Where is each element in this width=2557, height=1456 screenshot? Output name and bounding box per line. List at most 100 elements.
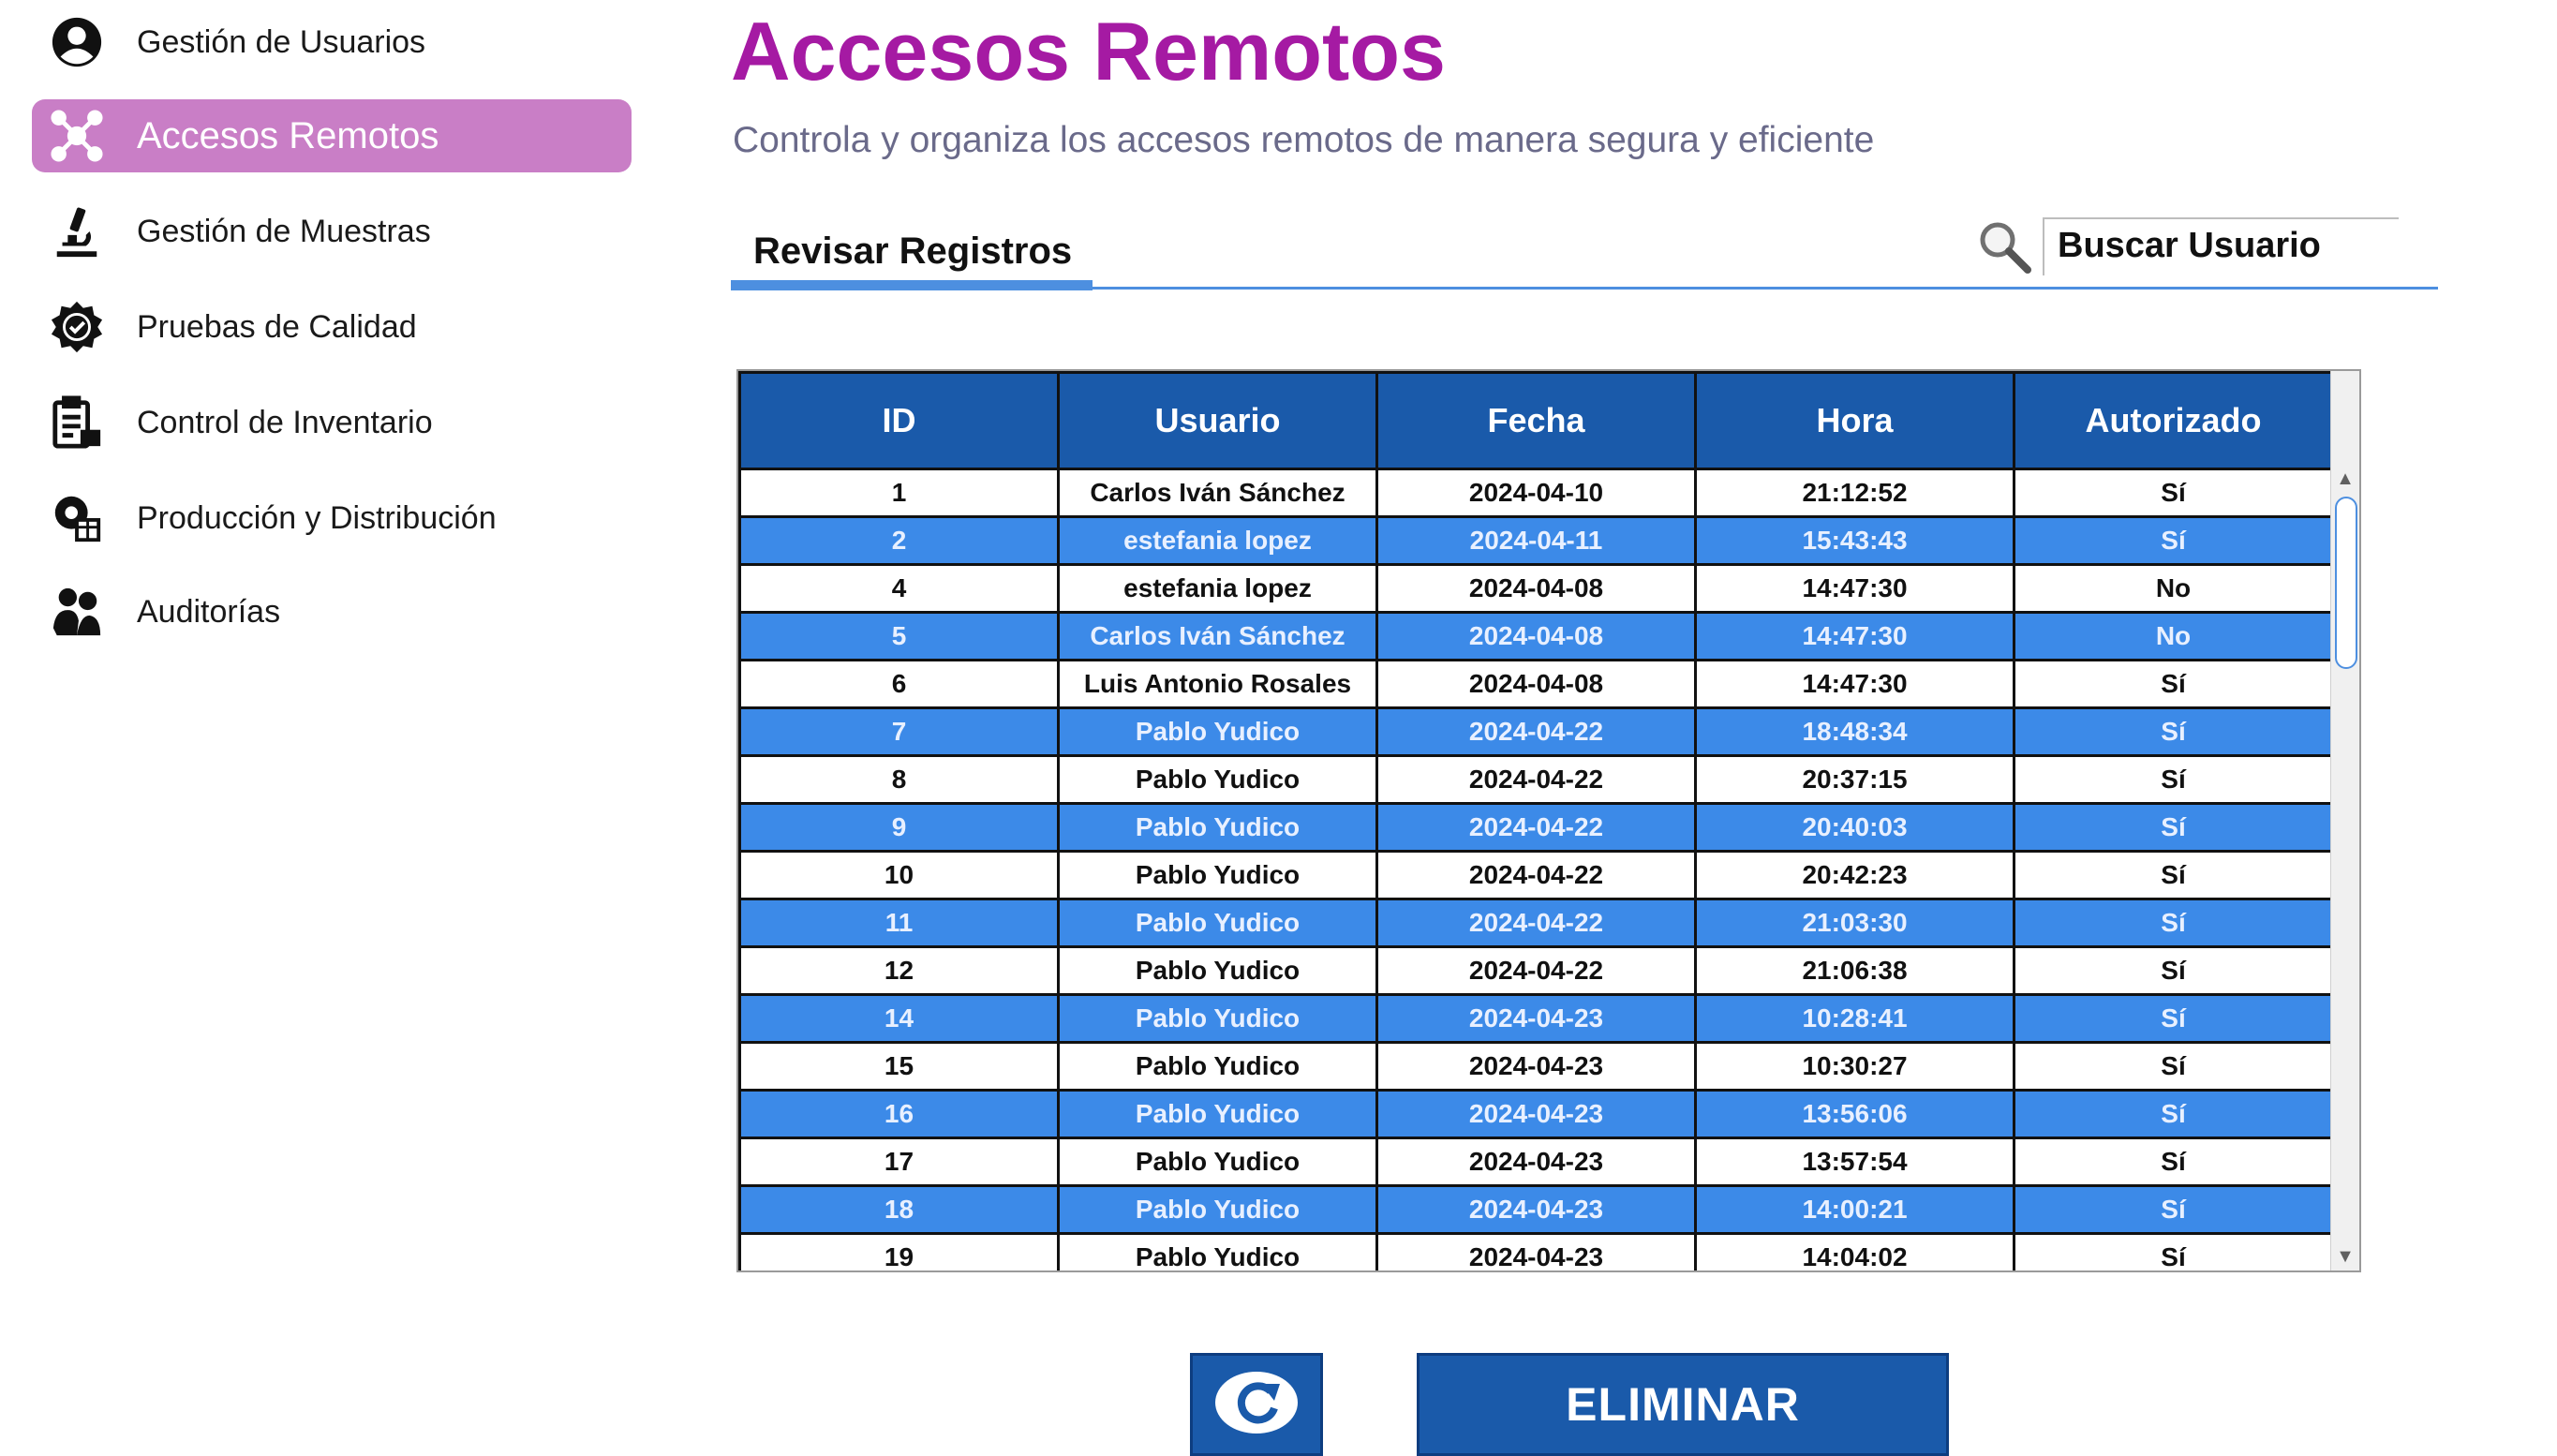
table-row[interactable]: 16 Pablo Yudico 2024-04-23 13:56:06 Sí — [738, 1089, 2334, 1139]
search-box[interactable] — [2043, 217, 2399, 275]
column-header-autorizado[interactable]: Autorizado — [2013, 371, 2334, 470]
table-row[interactable]: 8 Pablo Yudico 2024-04-22 20:37:15 Sí — [738, 754, 2334, 805]
column-header-fecha[interactable]: Fecha — [1375, 371, 1697, 470]
scroll-down-arrow-icon[interactable]: ▼ — [2331, 1242, 2359, 1270]
cell-autorizado: Sí — [2013, 850, 2334, 900]
refresh-button[interactable] — [1190, 1353, 1323, 1456]
sidebar-item-label: Gestión de Usuarios — [137, 23, 426, 60]
tab-revisar-registros[interactable]: Revisar Registros — [731, 223, 1093, 290]
people-icon — [47, 582, 107, 642]
scrollbar-thumb[interactable] — [2335, 497, 2357, 669]
table-row[interactable]: 18 Pablo Yudico 2024-04-23 14:00:21 Sí — [738, 1184, 2334, 1235]
cell-fecha: 2024-04-10 — [1375, 468, 1697, 518]
scrollbar-header-pad — [2330, 371, 2359, 465]
cell-id: 9 — [738, 802, 1060, 853]
cell-hora: 14:47:30 — [1694, 563, 2015, 614]
cell-fecha: 2024-04-22 — [1375, 802, 1697, 853]
cell-hora: 10:28:41 — [1694, 993, 2015, 1044]
delete-button[interactable]: ELIMINAR — [1417, 1353, 1949, 1456]
cell-autorizado: Sí — [2013, 1089, 2334, 1139]
cell-autorizado: No — [2013, 563, 2334, 614]
cell-usuario: Pablo Yudico — [1057, 754, 1378, 805]
records-table: ID Usuario Fecha Hora Autorizado 1 Carlos… — [736, 369, 2361, 1272]
sidebar-item-auditorias[interactable]: Auditorías — [32, 575, 632, 648]
sidebar-item-label: Control de Inventario — [137, 404, 433, 440]
gear-box-icon — [47, 488, 107, 548]
cell-autorizado: Sí — [2013, 945, 2334, 996]
cell-id: 11 — [738, 898, 1060, 948]
cell-id: 14 — [738, 993, 1060, 1044]
cell-autorizado: Sí — [2013, 898, 2334, 948]
cell-hora: 14:47:30 — [1694, 659, 2015, 709]
page-subtitle: Controla y organiza los accesos remotos … — [733, 120, 1875, 160]
search-icon[interactable] — [1975, 217, 2033, 275]
cell-usuario: Pablo Yudico — [1057, 1089, 1378, 1139]
table-row[interactable]: 1 Carlos Iván Sánchez 2024-04-10 21:12:52 Sí — [738, 468, 2334, 518]
cell-usuario: Pablo Yudico — [1057, 1232, 1378, 1270]
cell-usuario: Carlos Iván Sánchez — [1057, 611, 1378, 661]
cell-autorizado: Sí — [2013, 515, 2334, 566]
table-row[interactable]: 12 Pablo Yudico 2024-04-22 21:06:38 Sí — [738, 945, 2334, 996]
cell-id: 12 — [738, 945, 1060, 996]
table-row[interactable]: 19 Pablo Yudico 2024-04-23 14:04:02 Sí — [738, 1232, 2334, 1270]
table-row[interactable]: 5 Carlos Iván Sánchez 2024-04-08 14:47:30 No — [738, 611, 2334, 661]
cell-fecha: 2024-04-23 — [1375, 993, 1697, 1044]
column-header-usuario[interactable]: Usuario — [1057, 371, 1378, 470]
scroll-up-arrow-icon[interactable]: ▲ — [2331, 465, 2359, 493]
sidebar-item-accesos-remotos[interactable]: Accesos Remotos — [32, 99, 632, 172]
table-row[interactable]: 2 estefania lopez 2024-04-11 15:43:43 Sí — [738, 515, 2334, 566]
cell-autorizado: Sí — [2013, 659, 2334, 709]
cell-id: 16 — [738, 1089, 1060, 1139]
sidebar-item-label: Accesos Remotos — [137, 114, 439, 156]
cell-autorizado: Sí — [2013, 802, 2334, 853]
sidebar-item-control-inventario[interactable]: Control de Inventario — [32, 386, 632, 459]
cell-autorizado: Sí — [2013, 468, 2334, 518]
cell-id: 8 — [738, 754, 1060, 805]
cell-usuario: estefania lopez — [1057, 515, 1378, 566]
cell-fecha: 2024-04-23 — [1375, 1041, 1697, 1092]
table-row[interactable]: 4 estefania lopez 2024-04-08 14:47:30 No — [738, 563, 2334, 614]
tab-underline — [731, 280, 1093, 290]
table-row[interactable]: 15 Pablo Yudico 2024-04-23 10:30:27 Sí — [738, 1041, 2334, 1092]
table-row[interactable]: 14 Pablo Yudico 2024-04-23 10:28:41 Sí — [738, 993, 2334, 1044]
cell-id: 5 — [738, 611, 1060, 661]
sidebar-item-label: Gestión de Muestras — [137, 213, 431, 249]
cell-id: 15 — [738, 1041, 1060, 1092]
table-row[interactable]: 17 Pablo Yudico 2024-04-23 13:57:54 Sí — [738, 1137, 2334, 1187]
column-header-hora[interactable]: Hora — [1694, 371, 2015, 470]
cell-id: 17 — [738, 1137, 1060, 1187]
cell-hora: 10:30:27 — [1694, 1041, 2015, 1092]
cell-usuario: Pablo Yudico — [1057, 993, 1378, 1044]
sidebar-item-produccion-distribucion[interactable]: Producción y Distribución — [32, 482, 632, 555]
cell-autorizado: Sí — [2013, 706, 2334, 757]
cell-hora: 13:57:54 — [1694, 1137, 2015, 1187]
cell-usuario: Pablo Yudico — [1057, 1137, 1378, 1187]
table-scrollbar[interactable]: ▲ ▼ — [2330, 465, 2359, 1270]
cell-fecha: 2024-04-23 — [1375, 1089, 1697, 1139]
cell-usuario: Pablo Yudico — [1057, 1184, 1378, 1235]
column-header-id[interactable]: ID — [738, 371, 1060, 470]
cell-usuario: Pablo Yudico — [1057, 706, 1378, 757]
cell-hora: 21:12:52 — [1694, 468, 2015, 518]
tab-label: Revisar Registros — [753, 230, 1073, 272]
sidebar-item-pruebas-calidad[interactable]: Pruebas de Calidad — [32, 290, 632, 364]
table-row[interactable]: 6 Luis Antonio Rosales 2024-04-08 14:47:30 S… — [738, 659, 2334, 709]
table-row[interactable]: 11 Pablo Yudico 2024-04-22 21:03:30 Sí — [738, 898, 2334, 948]
cell-fecha: 2024-04-08 — [1375, 659, 1697, 709]
table-row[interactable]: 7 Pablo Yudico 2024-04-22 18:48:34 Sí — [738, 706, 2334, 757]
sidebar-item-gestion-muestras[interactable]: Gestión de Muestras — [32, 195, 632, 268]
cell-usuario: Pablo Yudico — [1057, 802, 1378, 853]
search-input[interactable] — [2044, 219, 2382, 272]
cell-hora: 20:37:15 — [1694, 754, 2015, 805]
cell-hora: 20:40:03 — [1694, 802, 2015, 853]
cell-usuario: Carlos Iván Sánchez — [1057, 468, 1378, 518]
cell-id: 7 — [738, 706, 1060, 757]
table-row[interactable]: 9 Pablo Yudico 2024-04-22 20:40:03 Sí — [738, 802, 2334, 853]
quality-badge-icon — [47, 297, 107, 357]
sidebar-item-gestion-usuarios[interactable]: Gestión de Usuarios — [32, 6, 632, 79]
cell-fecha: 2024-04-22 — [1375, 850, 1697, 900]
sidebar-item-label: Producción y Distribución — [137, 499, 497, 536]
user-circle-icon — [47, 12, 107, 72]
table-row[interactable]: 10 Pablo Yudico 2024-04-22 20:42:23 Sí — [738, 850, 2334, 900]
cell-hora: 14:00:21 — [1694, 1184, 2015, 1235]
